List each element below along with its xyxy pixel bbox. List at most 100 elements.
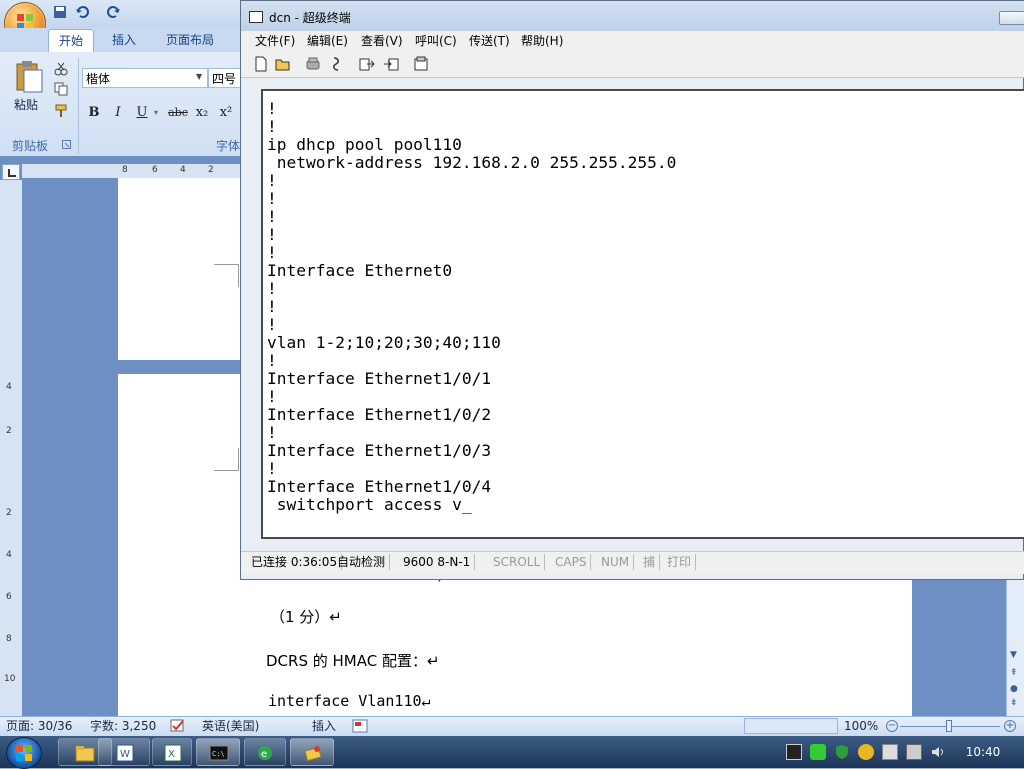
terminal-window-title: dcn - 超级终端	[269, 11, 351, 25]
redo-icon[interactable]	[106, 4, 122, 20]
terminal-screen[interactable]: !! ip dhcp pool pool110 network-address 1…	[261, 89, 1024, 539]
word-count[interactable]: 字数: 3,250	[90, 718, 156, 734]
doc-code-line: interface Vlan110↵	[268, 692, 431, 710]
ruler-tick: 4	[180, 165, 186, 175]
zoom-slider-thumb[interactable]	[946, 720, 952, 732]
ruler-tick: 8	[122, 165, 128, 175]
strikethrough-button[interactable]: abc	[166, 103, 190, 123]
next-page-icon[interactable]: ⇟	[1010, 698, 1018, 708]
menu-call[interactable]: 呼叫(C)	[415, 32, 457, 50]
format-painter-icon[interactable]	[54, 104, 68, 118]
copy-icon[interactable]	[54, 82, 68, 96]
menu-file[interactable]: 文件(F)	[255, 32, 295, 50]
prev-page-icon[interactable]: ⇞	[1010, 668, 1018, 678]
tab-home[interactable]: 开始	[48, 29, 95, 52]
tray-network-icon[interactable]	[858, 744, 874, 760]
zoom-level[interactable]: 100%	[844, 718, 878, 734]
receive-icon[interactable]	[383, 56, 399, 72]
terminal-line: !	[267, 117, 277, 136]
underline-dropdown-icon[interactable]: ▾	[150, 103, 162, 123]
terminal-line: !	[267, 423, 277, 442]
tray-flag-icon[interactable]	[906, 744, 922, 760]
subscript-button[interactable]: x₂	[192, 103, 212, 123]
num-lock-indicator: NUM	[597, 554, 635, 570]
connection-time: 已连接 0:36:05	[247, 554, 343, 570]
ruler-tick: 10	[4, 674, 16, 684]
insert-mode-indicator[interactable]: 插入	[312, 718, 336, 734]
terminal-line: Interface Ethernet1/0/1	[267, 369, 492, 388]
undo-icon[interactable]	[74, 4, 90, 20]
send-icon[interactable]	[359, 56, 375, 72]
detect-mode: 自动检测	[333, 554, 391, 570]
scroll-lock-indicator: SCROLL	[489, 554, 546, 570]
superscript-button[interactable]: x²	[216, 103, 236, 123]
properties-icon[interactable]	[413, 56, 429, 72]
open-icon[interactable]	[275, 56, 291, 72]
hyperterminal-icon	[304, 746, 322, 762]
taskbar-word[interactable]: W	[98, 738, 150, 766]
menu-view[interactable]: 查看(V)	[361, 32, 403, 50]
taskbar-excel[interactable]: X	[152, 738, 192, 766]
terminal-app-icon[interactable]	[249, 11, 263, 23]
terminal-line: !	[267, 207, 277, 226]
chevron-down-icon[interactable]: ▼	[196, 72, 202, 81]
terminal-line: !	[267, 225, 277, 244]
paste-icon[interactable]	[14, 60, 44, 94]
capture-indicator: 捕	[639, 554, 661, 570]
terminal-line: !	[267, 99, 277, 118]
svg-text:W: W	[120, 749, 130, 760]
zoom-out-icon[interactable]: −	[886, 720, 898, 732]
scroll-down-icon[interactable]: ▼	[1010, 650, 1017, 660]
view-buttons[interactable]	[744, 718, 838, 734]
tray-volume-icon[interactable]	[930, 744, 946, 760]
italic-button[interactable]: I	[108, 103, 128, 123]
start-button[interactable]	[6, 737, 42, 769]
taskbar-ie[interactable]: e	[244, 738, 286, 766]
tab-page-layout[interactable]: 页面布局	[156, 29, 224, 51]
save-icon[interactable]	[52, 4, 68, 20]
terminal-line: vlan 1-2;10;20;30;40;110	[267, 333, 501, 352]
macro-record-icon[interactable]	[352, 719, 368, 733]
new-icon[interactable]	[253, 56, 269, 72]
font-size-select[interactable]: 四号	[208, 68, 242, 88]
menu-transfer[interactable]: 传送(T)	[469, 32, 510, 50]
terminal-line: Interface Ethernet1/0/2	[267, 405, 492, 424]
disconnect-icon[interactable]	[329, 56, 345, 72]
select-browse-object-icon[interactable]: ●	[1010, 684, 1018, 694]
ruler-tick: 6	[152, 165, 158, 175]
paste-label[interactable]: 粘贴	[14, 96, 38, 113]
terminal-line: switchport access v_	[267, 495, 472, 514]
taskbar-hyperterminal[interactable]	[290, 738, 334, 766]
tray-usb-icon[interactable]	[882, 744, 898, 760]
tray-battery-icon[interactable]	[810, 744, 826, 760]
bold-button[interactable]: B	[84, 103, 104, 123]
terminal-titlebar[interactable]	[241, 1, 1024, 33]
zoom-in-icon[interactable]: +	[1004, 720, 1016, 732]
terminal-line: !	[267, 315, 277, 334]
margin-marker	[214, 448, 239, 471]
terminal-menubar	[241, 31, 1024, 51]
menu-edit[interactable]: 编辑(E)	[307, 32, 348, 50]
proofing-icon[interactable]	[170, 719, 186, 733]
port-params: 9600 8-N-1	[399, 554, 476, 570]
menu-help[interactable]: 帮助(H)	[521, 32, 563, 50]
page-count[interactable]: 页面: 30/36	[6, 718, 72, 734]
tray-film-icon[interactable]	[786, 744, 802, 760]
font-family-select[interactable]: 楷体	[82, 68, 208, 88]
tab-insert[interactable]: 插入	[102, 29, 146, 51]
margin-marker	[214, 264, 239, 287]
dialog-launcher-icon[interactable]	[62, 140, 71, 149]
taskbar-cmd[interactable]: C:\	[196, 738, 240, 766]
terminal-line: !	[267, 459, 277, 478]
terminal-line: !	[267, 171, 277, 190]
tab-selector-icon[interactable]	[2, 164, 20, 180]
underline-button[interactable]: U	[132, 103, 152, 123]
phone-icon[interactable]	[305, 56, 321, 72]
taskbar-clock[interactable]: 10:40	[955, 736, 1011, 768]
cmd-icon: C:\	[209, 745, 229, 761]
minimize-button[interactable]	[999, 11, 1024, 25]
language-indicator[interactable]: 英语(美国)	[202, 718, 259, 734]
tray-shield-icon[interactable]	[834, 744, 850, 760]
cut-icon[interactable]	[54, 62, 68, 76]
ruler-tick: 2	[6, 508, 12, 518]
